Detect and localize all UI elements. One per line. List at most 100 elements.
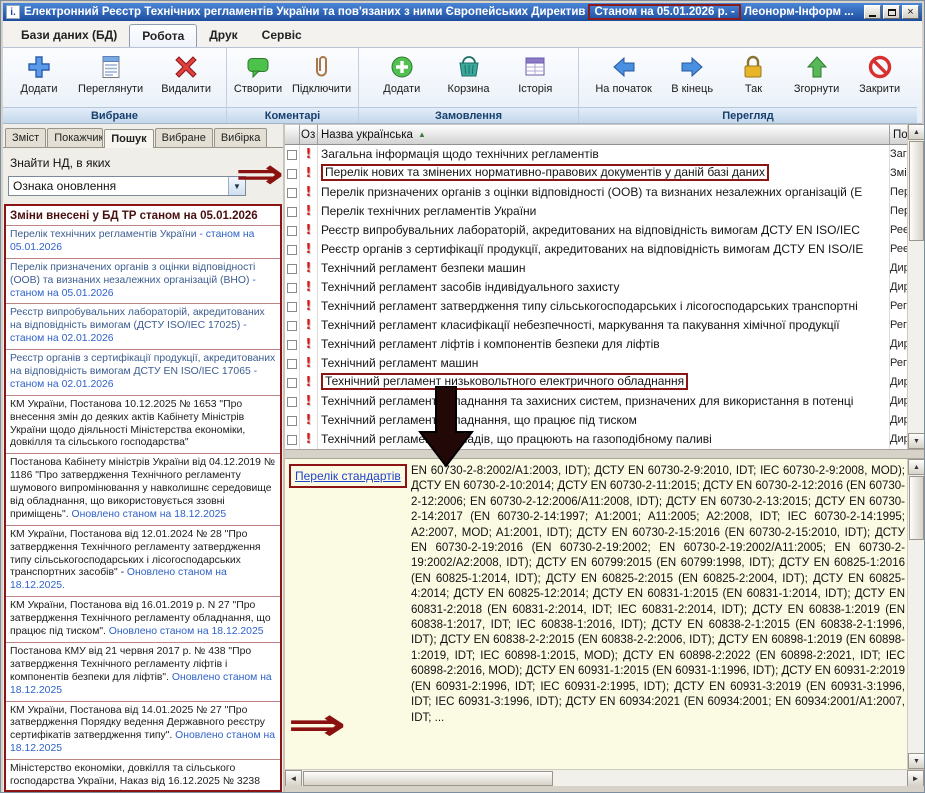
row-name-cell[interactable]: Технічний регламент низьковольтного елек…	[318, 373, 890, 392]
table-vscroll-thumb[interactable]	[909, 141, 924, 241]
news-item[interactable]: Перелік призначених органів з оцінки від…	[6, 258, 280, 304]
row-title[interactable]: Реєстр випробувальних лабораторій, акред…	[321, 223, 860, 237]
table-scroll-down-button[interactable]: ▼	[908, 433, 924, 449]
news-item[interactable]: Постанова Кабінету міністрів України від…	[6, 453, 280, 524]
go-first-button[interactable]: На початок	[590, 51, 656, 96]
news-item[interactable]: КМ України, Постанова 10.12.2025 № 1653 …	[6, 395, 280, 454]
sidebar-tab-vybrane[interactable]: Вибране	[155, 128, 213, 147]
table-row[interactable]: ! Технічний регламент ліфтів і компонент…	[285, 335, 907, 354]
row-checkbox[interactable]	[287, 188, 297, 198]
news-item-text[interactable]: Міністерство економіки, довкілля та сіль…	[10, 763, 269, 792]
row-title[interactable]: Перелік технічних регламентів України	[321, 204, 536, 218]
basket-button[interactable]: Корзина	[443, 51, 495, 96]
table-row[interactable]: ! Реєстр органів з сертифікації продукці…	[285, 240, 907, 259]
table-row[interactable]: ! Загальна інформація щодо технічних рег…	[285, 145, 907, 164]
news-item[interactable]: КМ України, Постанова від 16.01.2019 р. …	[6, 596, 280, 642]
row-checkbox[interactable]	[287, 321, 297, 331]
row-name-cell[interactable]: Технічний регламент безпеки машин	[318, 259, 890, 278]
delete-button[interactable]: Видалити	[156, 51, 216, 96]
table-row[interactable]: ! Технічний регламент засобів індивідуал…	[285, 278, 907, 297]
column-checkbox-header[interactable]	[285, 124, 300, 145]
table-row[interactable]: ! Технічний регламент затвердження типу …	[285, 297, 907, 316]
table-scroll-up-button[interactable]: ▲	[908, 124, 924, 140]
row-title[interactable]: Реєстр органів з сертифікації продукції,…	[321, 242, 863, 256]
row-checkbox[interactable]	[287, 416, 297, 426]
row-checkbox[interactable]	[287, 245, 297, 255]
tak-button[interactable]: Так	[727, 51, 779, 96]
column-pos-header[interactable]: Поз	[890, 124, 907, 145]
news-item-link[interactable]: Оновлено станом на 18.12.2025	[106, 626, 264, 637]
news-item-text[interactable]: Реєстр випробувальних лабораторій, акред…	[10, 307, 265, 331]
table-row[interactable]: ! Перелік нових та змінених нормативно-п…	[285, 164, 907, 183]
attach-comment-button[interactable]: Підключити	[287, 51, 356, 96]
row-title[interactable]: Технічний регламент приладів, що працюют…	[321, 432, 712, 446]
column-name-header[interactable]: Назва українська▲	[318, 124, 890, 145]
news-item-text[interactable]: Перелік технічних регламентів України	[10, 229, 197, 240]
create-comment-button[interactable]: Створити	[229, 51, 287, 96]
row-title[interactable]: Технічний регламент обладнання та захисн…	[321, 394, 853, 408]
table-row[interactable]: ! Технічний регламент приладів, що працю…	[285, 430, 907, 449]
table-row[interactable]: ! Перелік призначених органів з оцінки в…	[285, 183, 907, 202]
row-title[interactable]: Загальна інформація щодо технічних регла…	[321, 147, 599, 161]
row-checkbox[interactable]	[287, 340, 297, 350]
table-vscrollbar[interactable]: ▲ ▼	[907, 124, 924, 449]
row-name-cell[interactable]: Технічний регламент обладнання, що працю…	[318, 411, 890, 430]
sidebar-tab-vybirka[interactable]: Вибірка	[214, 128, 268, 147]
tab-bazy-danykh[interactable]: Бази даних (БД)	[9, 24, 129, 47]
table-row[interactable]: ! Технічний регламент обладнання та захи…	[285, 392, 907, 411]
news-item-text[interactable]: Перелік призначених органів з оцінки від…	[10, 262, 255, 286]
panel-scroll-up-button[interactable]: ▲	[908, 459, 924, 475]
row-title[interactable]: Технічний регламент класифікації небезпе…	[321, 318, 840, 332]
row-title[interactable]: Перелік нових та змінених нормативно-пра…	[321, 164, 769, 181]
add-favorite-button[interactable]: Додати	[13, 51, 65, 96]
row-name-cell[interactable]: Технічний регламент ліфтів і компонентів…	[318, 335, 890, 354]
table-row[interactable]: ! Технічний регламент машин Рег	[285, 354, 907, 373]
row-name-cell[interactable]: Технічний регламент обладнання та захисн…	[318, 392, 890, 411]
row-name-cell[interactable]: Перелік призначених органів з оцінки від…	[318, 183, 890, 202]
row-checkbox[interactable]	[287, 397, 297, 407]
row-title[interactable]: Технічний регламент засобів індивідуальн…	[321, 280, 620, 294]
add-order-button[interactable]: Додати	[376, 51, 428, 96]
news-item[interactable]: Реєстр випробувальних лабораторій, акред…	[6, 303, 280, 349]
row-checkbox[interactable]	[287, 359, 297, 369]
row-title[interactable]: Технічний регламент безпеки машин	[321, 261, 526, 275]
title-bar[interactable]: і. Електронний Реєстр Технічних регламен…	[3, 3, 922, 21]
panel-scroll-down-button[interactable]: ▼	[908, 753, 924, 769]
hscroll-left-button[interactable]: ◄	[285, 770, 302, 787]
news-item[interactable]: КМ України, Постанова від 12.01.2024 № 2…	[6, 525, 280, 596]
panel-splitter[interactable]	[285, 449, 924, 459]
go-last-button[interactable]: В кінець	[666, 51, 718, 96]
news-item[interactable]: Реєстр органів з сертифікації продукції,…	[6, 349, 280, 395]
news-item-text[interactable]: КМ України, Постанова 10.12.2025 № 1653 …	[10, 399, 245, 449]
close-button[interactable]: ×	[902, 5, 919, 19]
hscroll-right-button[interactable]: ►	[907, 770, 924, 787]
news-item[interactable]: Постанова КМУ від 21 червня 2017 р. № 43…	[6, 642, 280, 701]
row-title[interactable]: Технічний регламент низьковольтного елек…	[321, 373, 688, 390]
hscroll-thumb[interactable]	[303, 771, 553, 786]
table-row[interactable]: ! Технічний регламент обладнання, що пра…	[285, 411, 907, 430]
row-title[interactable]: Технічний регламент обладнання, що працю…	[321, 413, 637, 427]
view-button[interactable]: Переглянути	[73, 51, 148, 96]
row-title[interactable]: Технічний регламент машин	[321, 356, 478, 370]
news-item-link[interactable]: Оновлено станом на 18.12.2025	[69, 509, 227, 520]
sidebar-tab-zmist[interactable]: Зміст	[5, 128, 46, 147]
row-name-cell[interactable]: Загальна інформація щодо технічних регла…	[318, 145, 890, 164]
row-name-cell[interactable]: Перелік технічних регламентів України	[318, 202, 890, 221]
row-name-cell[interactable]: Перелік нових та змінених нормативно-пра…	[318, 164, 890, 183]
maximize-button[interactable]	[883, 5, 900, 19]
news-item[interactable]: Міністерство економіки, довкілля та сіль…	[6, 759, 280, 792]
row-checkbox[interactable]	[287, 264, 297, 274]
chevron-down-icon[interactable]: ▼	[228, 177, 245, 195]
row-title[interactable]: Технічний регламент затвердження типу сі…	[321, 299, 858, 313]
table-row[interactable]: ! Технічний регламент класифікації небез…	[285, 316, 907, 335]
sidebar-tab-poshuk[interactable]: Пошук	[104, 129, 153, 148]
update-filter-dropdown[interactable]: Ознака оновлення ▼	[8, 176, 246, 196]
row-checkbox[interactable]	[287, 302, 297, 312]
news-item[interactable]: Перелік технічних регламентів України - …	[6, 225, 280, 258]
row-name-cell[interactable]: Реєстр випробувальних лабораторій, акред…	[318, 221, 890, 240]
row-checkbox[interactable]	[287, 378, 297, 388]
panel-vscrollbar[interactable]: ▲ ▼	[907, 459, 924, 769]
panel-vscroll-thumb[interactable]	[909, 476, 924, 540]
row-checkbox[interactable]	[287, 226, 297, 236]
row-title[interactable]: Технічний регламент ліфтів і компонентів…	[321, 337, 660, 351]
